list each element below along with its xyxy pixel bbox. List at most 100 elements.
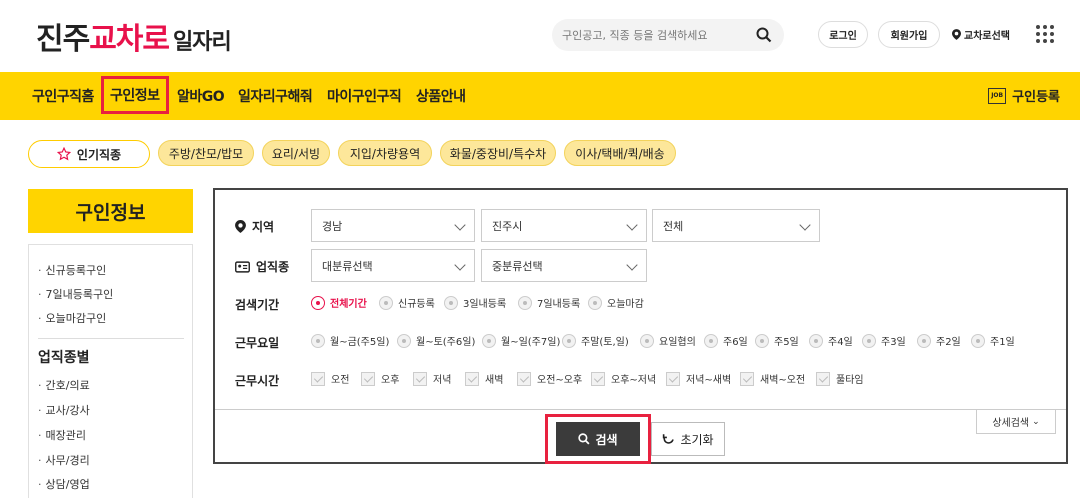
nav-item-products[interactable]: 상품안내 [416,86,466,106]
region-row-label: 지역 [235,218,274,235]
sidebar-category-link[interactable]: 매장관리 [38,427,86,443]
period-radio[interactable]: 전체기간 [311,295,367,310]
sidebar-link[interactable]: 오늘마감구인 [38,310,107,326]
nav-item-home[interactable]: 구인구직홈 [32,86,94,106]
day-radio[interactable]: 주6일 [704,333,748,348]
detail-search-button[interactable]: 상세검색 ⌄ [976,410,1056,434]
period-radio[interactable]: 3일내등록 [444,295,506,310]
search-button[interactable]: 검색 [556,422,640,456]
popular-tag[interactable]: 화물/중장비/특수차 [440,140,556,166]
checkbox-box [413,371,427,386]
day-radio[interactable]: 주2일 [917,333,961,348]
radio-dot [755,333,769,348]
popular-tag[interactable]: 요리/서빙 [262,140,330,166]
location-pin-icon [952,29,961,40]
detail-search-label: 상세검색 [992,418,1030,429]
nav-item-albago[interactable]: 알바GO [177,86,225,106]
radio-dot [917,333,931,348]
chevron-down-icon [799,219,811,231]
login-button[interactable]: 로그인 [818,21,868,48]
post-job-button[interactable]: JOB 구인등록 [988,86,1060,105]
period-radio[interactable]: 7일내등록 [518,295,580,310]
join-button[interactable]: 회원가입 [878,21,940,48]
day-radio[interactable]: 월~금(주5일) [311,333,389,348]
job-icon: JOB [988,87,1007,104]
time-checkbox[interactable]: 새벽 [465,371,503,386]
time-checkbox[interactable]: 저녁 [413,371,451,386]
period-option-label: 전체기간 [330,299,367,310]
region-select-button[interactable]: 교차로선택 [946,21,1016,48]
reset-button[interactable]: 초기화 [651,422,725,456]
job-sub-category-select[interactable]: 중분류선택 [481,249,647,282]
sidebar-category-link[interactable]: 간호/의료 [38,377,90,393]
job-sub-category-value: 중분류선택 [492,259,543,273]
search-icon [578,433,590,445]
sidebar-category-link[interactable]: 상담/영업 [38,476,90,492]
time-checkbox[interactable]: 저녁~새벽 [666,371,731,386]
radio-dot [379,295,393,310]
id-card-icon [235,260,250,273]
day-option-label: 월~토(주6일) [416,337,476,348]
time-checkbox[interactable]: 오후 [361,371,399,386]
sidebar-category-link[interactable]: 사무/경리 [38,452,90,468]
day-radio[interactable]: 주1일 [971,333,1015,348]
chevron-down-icon [626,259,638,271]
popular-tag[interactable]: 주방/찬모/밥모 [158,140,254,166]
chevron-down-icon [454,219,466,231]
radio-dot [311,295,325,310]
sidebar-link[interactable]: 7일내등록구인 [38,286,114,302]
day-radio[interactable]: 주5일 [755,333,799,348]
post-job-label: 구인등록 [1012,90,1060,105]
time-checkbox[interactable]: 오전 [311,371,349,386]
day-radio[interactable]: 월~토(주6일) [397,333,475,348]
time-checkbox[interactable]: 오전~오후 [517,371,582,386]
popular-tag[interactable]: 이사/택배/퀵/배송 [564,140,676,166]
time-row-label: 근무시간 [235,374,280,388]
period-radio[interactable]: 오늘마감 [588,295,644,310]
radio-dot [640,333,654,348]
time-checkbox[interactable]: 새벽~오전 [740,371,805,386]
city-select[interactable]: 진주시 [481,209,647,242]
nav-item-my-page[interactable]: 마이구인구직 [327,86,402,106]
day-radio[interactable]: 월~일(주7일) [482,333,560,348]
popular-tag[interactable]: 지입/차량용역 [338,140,432,166]
sidebar-link[interactable]: 신규등록구인 [38,262,107,278]
nav-item-find-job[interactable]: 일자리구해줘 [238,86,313,106]
day-radio[interactable]: 주말(토,일) [562,333,629,348]
sidebar-category-link[interactable]: 교사/강사 [38,402,90,418]
radio-dot [971,333,985,348]
radio-dot [482,333,496,348]
time-option-label: 오후 [381,375,400,386]
radio-dot [518,295,532,310]
period-option-label: 신규등록 [398,299,435,310]
day-row-label: 근무요일 [235,336,280,350]
day-option-label: 주1일 [990,337,1015,348]
job-row-label: 업직종 [235,258,289,275]
reset-button-label: 초기화 [680,432,714,447]
day-option-label: 주2일 [936,337,961,348]
day-option-label: 주말(토,일) [581,337,629,348]
district-select[interactable]: 전체 [652,209,820,242]
search-input[interactable] [562,25,752,45]
period-option-label: 7일내등록 [537,299,581,310]
time-checkbox[interactable]: 오후~저녁 [591,371,656,386]
apps-grid-icon[interactable] [1036,25,1054,43]
main-nav: 구인구직홈 구인정보 알바GO 일자리구해줘 마이구인구직 상품안내 JOB 구… [0,72,1080,120]
sidebar-divider [38,338,184,339]
period-row-label: 검색기간 [235,298,280,312]
time-checkbox[interactable]: 풀타임 [816,371,864,386]
province-select[interactable]: 경남 [311,209,475,242]
job-main-category-select[interactable]: 대분류선택 [311,249,475,282]
nav-item-job-info[interactable]: 구인정보 [101,76,169,114]
time-option-label: 오후~저녁 [611,375,657,386]
radio-dot [588,295,602,310]
logo[interactable]: 진주 교차로 일자리 [36,14,232,57]
time-option-label: 오전~오후 [537,375,583,386]
day-option-label: 월~금(주5일) [330,337,390,348]
day-radio[interactable]: 주3일 [862,333,906,348]
day-radio[interactable]: 요일협의 [640,333,696,348]
refresh-icon [663,433,675,444]
day-radio[interactable]: 주4일 [809,333,853,348]
search-icon[interactable] [756,27,772,43]
period-radio[interactable]: 신규등록 [379,295,435,310]
